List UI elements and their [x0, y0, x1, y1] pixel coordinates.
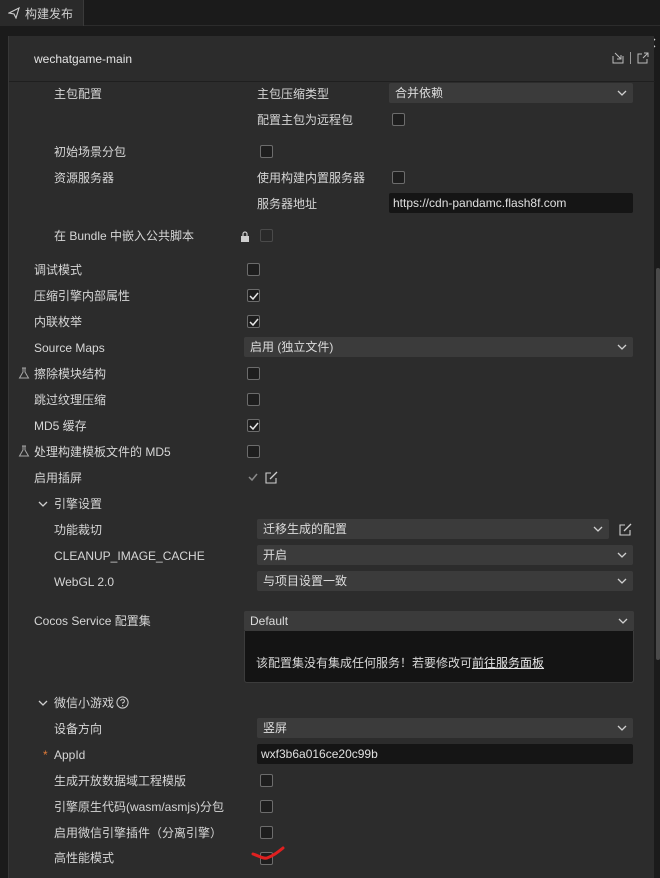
- md5-cache-label: MD5 缓存: [34, 419, 87, 433]
- send-icon: [8, 7, 20, 19]
- cocos-service-select[interactable]: Default: [244, 611, 634, 631]
- compression-type-select[interactable]: 合并依赖: [389, 83, 633, 103]
- remote-package-label: 配置主包为远程包: [257, 113, 354, 127]
- scrollbar-thumb[interactable]: [656, 268, 660, 660]
- device-orientation-label: 设备方向: [54, 722, 103, 736]
- erase-module-structure-checkbox[interactable]: [247, 367, 260, 380]
- chevron-down-icon: [617, 725, 627, 731]
- debug-mode-checkbox[interactable]: [247, 263, 260, 276]
- source-maps-value: 启用 (独立文件): [250, 340, 334, 354]
- chevron-down-icon: [593, 526, 603, 532]
- webgl2-select[interactable]: 与项目设置一致: [257, 571, 633, 591]
- open-data-context-checkbox[interactable]: [260, 774, 273, 787]
- wasm-subpackage-checkbox[interactable]: [260, 800, 273, 813]
- header-separator: [630, 52, 631, 64]
- check-icon: [249, 422, 259, 431]
- device-orientation-value: 竖屏: [263, 721, 288, 735]
- skip-texture-compression-label: 跳过纹理压缩: [34, 393, 107, 407]
- service-info-box: 该配置集没有集成任何服务！若要修改可前往服务面板: [244, 631, 634, 683]
- chevron-down-icon[interactable]: [38, 499, 48, 509]
- initial-scene-subpackage-checkbox[interactable]: [260, 145, 273, 158]
- source-maps-select[interactable]: 启用 (独立文件): [244, 337, 633, 357]
- service-panel-link[interactable]: 前往服务面板: [472, 656, 544, 670]
- engine-plugin-label: 启用微信引擎插件（分离引擎）: [54, 826, 223, 840]
- lock-icon: [241, 231, 249, 242]
- mangle-properties-label: 压缩引擎内部属性: [34, 289, 131, 303]
- help-icon[interactable]: [116, 696, 129, 709]
- chevron-down-icon: [617, 344, 627, 350]
- feature-crop-label: 功能裁切: [54, 523, 103, 537]
- builtin-server-checkbox[interactable]: [392, 171, 405, 184]
- service-message-text: 该配置集没有集成任何服务！若要修改可: [256, 656, 473, 670]
- initial-scene-subpackage-label: 初始场景分包: [54, 145, 127, 159]
- cocos-service-label: Cocos Service 配置集: [34, 614, 151, 628]
- feature-crop-select[interactable]: 迁移生成的配置: [257, 519, 609, 539]
- server-address-input[interactable]: https://cdn-pandamc.flash8f.com: [389, 193, 633, 213]
- edit-icon[interactable]: [619, 523, 632, 536]
- builtin-server-label: 使用构建内置服务器: [257, 171, 366, 185]
- cleanup-image-cache-value: 开启: [263, 548, 288, 562]
- chevron-down-icon: [617, 578, 627, 584]
- wasm-subpackage-label: 引擎原生代码(wasm/asmjs)分包: [54, 800, 224, 814]
- engine-plugin-checkbox[interactable]: [260, 826, 273, 839]
- chevron-down-icon[interactable]: [38, 698, 48, 708]
- appid-label: AppId: [54, 748, 86, 762]
- header-actions: [612, 52, 649, 64]
- open-data-context-label: 生成开放数据域工程模版: [54, 774, 187, 788]
- export-icon[interactable]: [637, 52, 649, 64]
- compression-type-label: 主包压缩类型: [257, 87, 330, 101]
- check-icon: [249, 318, 259, 327]
- engine-settings-heading[interactable]: 引擎设置: [54, 496, 102, 512]
- red-annotation-mark: [251, 846, 285, 860]
- build-task-panel: wechatgame-main 主包配置 主包压缩类型 合并依赖 配置主包为远程…: [8, 36, 660, 878]
- high-performance-label: 高性能模式: [54, 851, 115, 865]
- template-md5-checkbox[interactable]: [247, 445, 260, 458]
- chevron-down-icon: [617, 552, 627, 558]
- resource-server-label: 资源服务器: [54, 171, 115, 185]
- cleanup-image-cache-label: CLEANUP_IMAGE_CACHE: [54, 549, 205, 563]
- check-icon: [248, 473, 258, 482]
- erase-module-structure-label: 擦除模块结构: [34, 367, 107, 381]
- remote-package-checkbox[interactable]: [392, 113, 405, 126]
- webgl2-label: WebGL 2.0: [54, 575, 115, 589]
- embed-common-script-label: 在 Bundle 中嵌入公共脚本: [54, 229, 195, 243]
- tab-bar: 构建发布: [0, 0, 660, 26]
- flask-icon: [18, 367, 30, 379]
- edit-icon[interactable]: [265, 471, 278, 484]
- tab-build-publish[interactable]: 构建发布: [0, 0, 84, 26]
- mangle-properties-checkbox[interactable]: [247, 289, 260, 302]
- required-star: *: [43, 748, 48, 762]
- appid-input[interactable]: wxf3b6a016ce20c99b: [257, 744, 633, 764]
- md5-cache-checkbox[interactable]: [247, 419, 260, 432]
- webgl2-value: 与项目设置一致: [263, 574, 348, 588]
- tab-label: 构建发布: [25, 6, 74, 21]
- source-maps-label: Source Maps: [34, 341, 105, 355]
- cleanup-image-cache-select[interactable]: 开启: [257, 545, 633, 565]
- chevron-down-icon: [617, 90, 627, 96]
- panel-header: wechatgame-main: [9, 36, 655, 82]
- service-message: 该配置集没有集成任何服务！若要修改可前往服务面板: [256, 654, 544, 671]
- inline-enum-checkbox[interactable]: [247, 315, 260, 328]
- inline-enum-label: 内联枚举: [34, 315, 83, 329]
- feature-crop-value: 迁移生成的配置: [263, 522, 348, 536]
- device-orientation-select[interactable]: 竖屏: [257, 718, 633, 738]
- import-icon[interactable]: [612, 52, 624, 64]
- cocos-service-value: Default: [250, 614, 289, 628]
- template-md5-label: 处理构建模板文件的 MD5: [34, 445, 171, 459]
- check-icon: [249, 292, 259, 301]
- compression-type-value: 合并依赖: [395, 86, 444, 100]
- panel-title: wechatgame-main: [34, 52, 133, 66]
- server-address-label: 服务器地址: [257, 197, 318, 211]
- splash-screen-checkbox[interactable]: [247, 471, 260, 484]
- wechat-minigame-heading[interactable]: 微信小游戏: [54, 695, 114, 711]
- splash-screen-label: 启用插屏: [34, 471, 83, 485]
- debug-mode-label: 调试模式: [34, 263, 83, 277]
- main-package-label: 主包配置: [54, 87, 103, 101]
- skip-texture-compression-checkbox[interactable]: [247, 393, 260, 406]
- flask-icon: [18, 445, 30, 457]
- embed-common-script-checkbox[interactable]: [260, 229, 273, 242]
- chevron-down-icon: [618, 618, 628, 624]
